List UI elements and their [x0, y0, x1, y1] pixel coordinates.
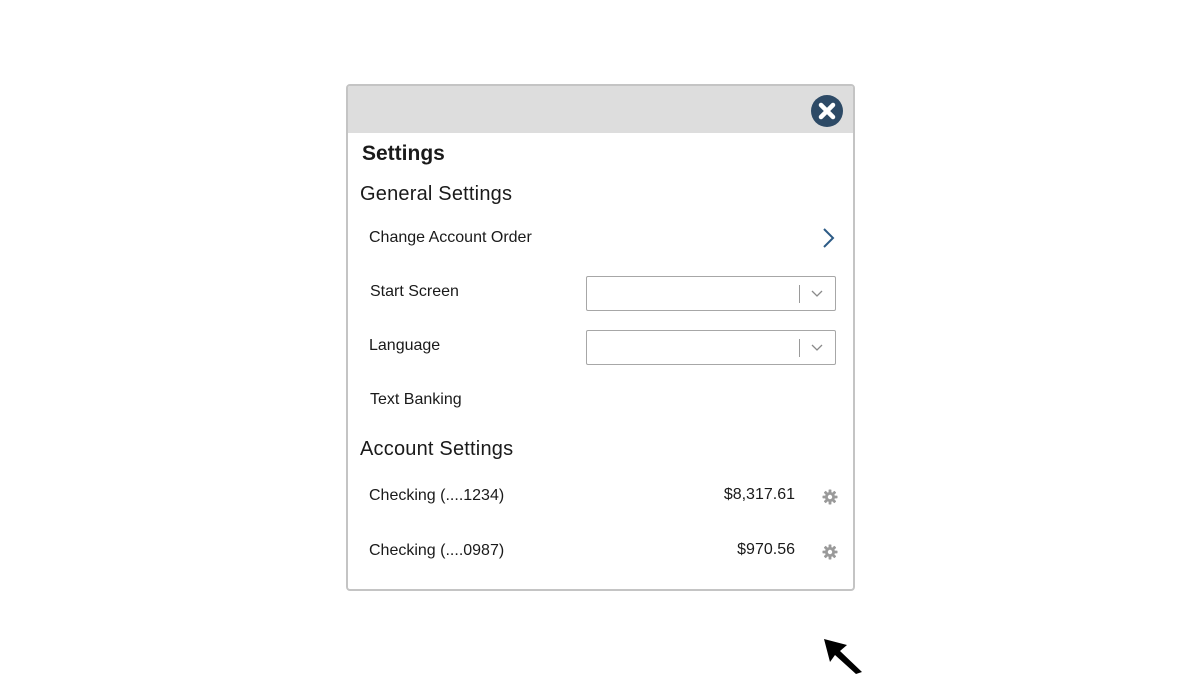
- dialog-titlebar: [348, 86, 853, 133]
- mouse-pointer-icon: [824, 639, 862, 674]
- gear-icon[interactable]: [822, 489, 838, 505]
- screen: Settings General Settings Change Account…: [0, 0, 1200, 674]
- account-settings-heading: Account Settings: [360, 438, 514, 460]
- select-divider: [799, 339, 800, 357]
- chevron-down-icon: [811, 290, 823, 297]
- account-balance: $970.56: [737, 541, 795, 558]
- close-icon: [818, 102, 836, 120]
- general-settings-heading: General Settings: [360, 183, 513, 205]
- gear-icon[interactable]: [822, 544, 838, 560]
- chevron-right-icon[interactable]: [820, 227, 836, 249]
- dialog-title: Settings: [362, 142, 445, 165]
- chevron-down-icon: [811, 344, 823, 351]
- start-screen-select[interactable]: [586, 276, 836, 311]
- language-select[interactable]: [586, 330, 836, 365]
- start-screen-label: Start Screen: [370, 283, 459, 300]
- account-name[interactable]: Checking (....1234): [369, 485, 504, 507]
- select-divider: [799, 285, 800, 303]
- language-label: Language: [369, 337, 441, 354]
- text-banking-link[interactable]: Text Banking: [370, 389, 462, 411]
- account-name[interactable]: Checking (....0987): [369, 540, 504, 562]
- change-account-order-link[interactable]: Change Account Order: [369, 227, 532, 249]
- settings-dialog: Settings General Settings Change Account…: [346, 84, 855, 591]
- account-balance: $8,317.61: [723, 486, 795, 503]
- close-button[interactable]: [811, 95, 843, 127]
